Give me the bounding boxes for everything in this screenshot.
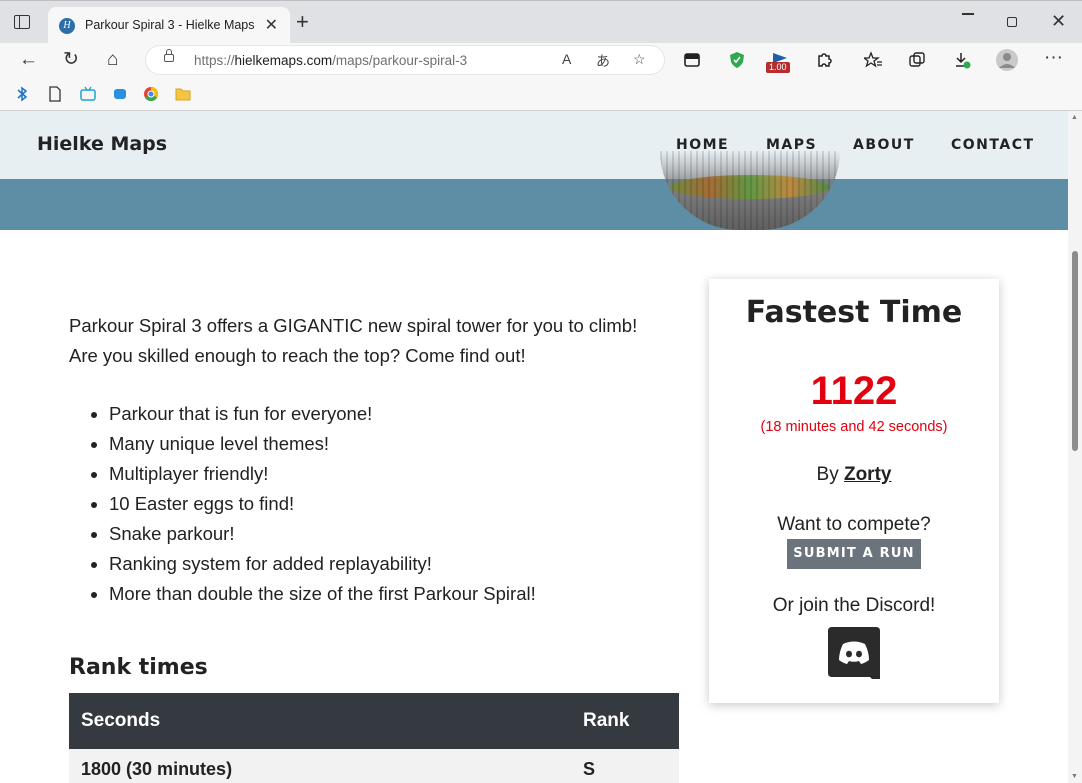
column-header-rank: Rank: [571, 693, 679, 749]
url-text[interactable]: https://hielkemaps.com/maps/parkour-spir…: [194, 53, 467, 68]
fastest-time-value: 1122: [810, 369, 898, 413]
site-header: Hielke Maps HOME MAPS ABOUT CONTACT: [0, 111, 1068, 179]
extension-icon[interactable]: [683, 51, 701, 69]
feature-item: Many unique level themes!: [109, 429, 536, 459]
record-holder-link[interactable]: Zorty: [844, 464, 892, 485]
rank-table: Seconds Rank 1800 (30 minutes) S: [69, 693, 679, 783]
bookmark-bluetooth-icon[interactable]: [14, 86, 30, 102]
tab-title: Parkour Spiral 3 - Hielke Maps: [85, 18, 255, 32]
add-favorite-icon[interactable]: ☆: [633, 51, 646, 68]
feature-item: Ranking system for added replayability!: [109, 549, 536, 579]
bookmark-chrome-icon[interactable]: [143, 86, 159, 102]
window-close-icon[interactable]: ✕: [1051, 11, 1066, 32]
window-minimize-icon[interactable]: [962, 13, 974, 15]
translate-icon[interactable]: あ: [596, 51, 610, 71]
bookmark-page-icon[interactable]: [47, 86, 63, 102]
feature-item: More than double the size of the first P…: [109, 579, 536, 609]
favorites-icon[interactable]: [864, 51, 882, 69]
hero-tower-image: [660, 151, 840, 230]
more-menu-icon[interactable]: ···: [1044, 47, 1063, 69]
hero-banner: [0, 179, 1068, 230]
bookmarks-bar: [0, 78, 1082, 111]
home-icon[interactable]: ⌂: [107, 49, 118, 71]
page-scrollbar[interactable]: ▲ ▼: [1068, 111, 1082, 783]
nav-about[interactable]: ABOUT: [853, 137, 915, 153]
new-tab-icon[interactable]: +: [296, 11, 309, 33]
record-holder: By Zorty: [709, 464, 999, 486]
record-holder-prefix: By: [816, 464, 844, 485]
tab-actions-icon[interactable]: [14, 15, 30, 29]
table-cell-rank: S: [571, 749, 679, 783]
feature-list: Parkour that is fun for everyone! Many u…: [69, 399, 536, 609]
intro-text: Parkour Spiral 3 offers a GIGANTIC new s…: [69, 315, 638, 366]
bookmark-app-icon[interactable]: [112, 86, 128, 102]
fastest-time-subtext: (18 minutes and 42 seconds): [760, 419, 948, 435]
window-maximize-icon[interactable]: [1007, 17, 1017, 27]
feature-item: 10 Easter eggs to find!: [109, 489, 536, 519]
fastest-time-title: Fastest Time: [745, 295, 963, 330]
site-favicon-icon: H: [59, 18, 75, 34]
browser-tab[interactable]: H Parkour Spiral 3 - Hielke Maps ✕: [48, 7, 290, 44]
submit-run-button[interactable]: SUBMIT A RUN: [787, 539, 921, 569]
site-brand[interactable]: Hielke Maps: [37, 133, 167, 155]
bookmark-bilibili-icon[interactable]: [80, 86, 96, 102]
tab-close-icon[interactable]: ✕: [265, 15, 278, 35]
column-header-seconds: Seconds: [69, 693, 571, 749]
table-header-row: Seconds Rank: [69, 693, 679, 749]
scrollbar-thumb[interactable]: [1072, 251, 1078, 451]
fastest-time-card: Fastest Time 1122 (18 minutes and 42 sec…: [709, 279, 999, 703]
puzzle-extensions-icon[interactable]: [815, 51, 833, 69]
discord-text: Or join the Discord!: [772, 595, 936, 616]
downloads-icon[interactable]: [953, 51, 971, 69]
profile-avatar-icon[interactable]: [996, 49, 1018, 71]
feature-item: Parkour that is fun for everyone!: [109, 399, 536, 429]
feature-item: Snake parkour!: [109, 519, 536, 549]
rank-times-heading: Rank times: [69, 655, 208, 680]
read-aloud-icon[interactable]: A: [562, 51, 571, 67]
refresh-icon[interactable]: ↻: [63, 49, 79, 71]
extension-badge: 1.00: [766, 62, 790, 73]
browser-toolbar: ← ↻ ⌂ https://hielkemaps.com/maps/parkou…: [0, 43, 1082, 78]
scroll-up-arrow-icon[interactable]: ▲: [1071, 114, 1078, 121]
discord-icon[interactable]: [828, 627, 880, 679]
table-row: 1800 (30 minutes) S: [69, 749, 679, 783]
nav-contact[interactable]: CONTACT: [951, 137, 1035, 153]
compete-text: Want to compete?: [777, 514, 931, 535]
back-icon[interactable]: ←: [19, 49, 38, 71]
page-viewport: Hielke Maps HOME MAPS ABOUT CONTACT Park…: [0, 111, 1068, 783]
address-bar[interactable]: https://hielkemaps.com/maps/parkour-spir…: [145, 45, 665, 75]
browser-tab-bar: H Parkour Spiral 3 - Hielke Maps ✕ + ✕: [0, 0, 1082, 44]
shield-extension-icon[interactable]: [728, 51, 746, 69]
scroll-down-arrow-icon[interactable]: ▼: [1071, 773, 1078, 780]
bookmark-folder-icon[interactable]: [175, 86, 191, 102]
table-cell-seconds: 1800 (30 minutes): [69, 749, 571, 783]
lock-icon[interactable]: [164, 49, 174, 62]
feature-item: Multiplayer friendly!: [109, 459, 536, 489]
collections-icon[interactable]: [908, 51, 926, 69]
